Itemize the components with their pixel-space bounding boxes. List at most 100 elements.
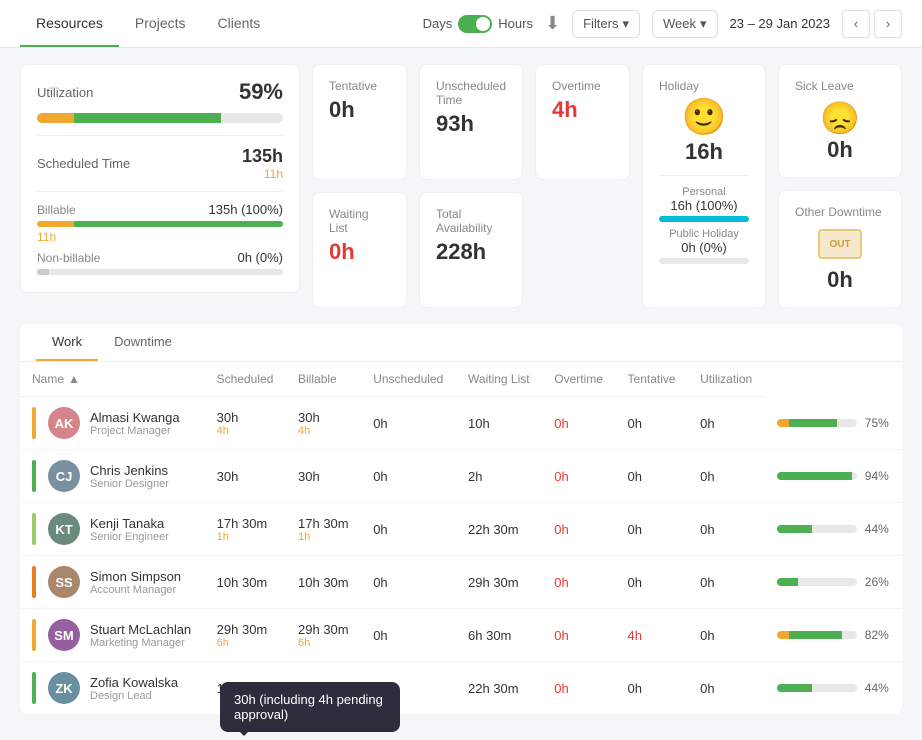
work-tab[interactable]: Work (36, 324, 98, 361)
nav-arrows: ‹ › (842, 10, 902, 38)
util-pct-label: 44% (865, 522, 889, 536)
util-bar-green (777, 472, 852, 480)
scheduled-title: Scheduled Time (37, 156, 130, 171)
scheduled-cell: 10h 30m (205, 556, 286, 609)
person-role: Marketing Manager (90, 637, 191, 649)
days-hours-toggle[interactable] (458, 15, 492, 33)
person-role: Account Manager (90, 584, 181, 596)
download-icon[interactable]: ⬇ (545, 13, 560, 34)
nav-tabs: Resources Projects Clients (20, 1, 276, 47)
chevron-down-icon: ▾ (622, 16, 629, 32)
personal-bar-fill (659, 216, 749, 222)
color-bar (32, 460, 36, 492)
billable-cell: 10h 30m (286, 556, 361, 609)
chevron-down-icon-2: ▾ (700, 16, 707, 32)
summary-section: Utilization 59% Scheduled Time 135h 11h (20, 64, 902, 308)
overtime-cell: 0h (616, 503, 689, 556)
util-bar-green (789, 631, 843, 639)
person-cell-2: KT Kenji Tanaka Senior Engineer (20, 503, 205, 556)
other-downtime-title: Other Downtime (795, 205, 885, 219)
billable-label: Billable (37, 203, 76, 217)
col-tentative: Tentative (616, 362, 689, 397)
color-bar (32, 513, 36, 545)
tentative-cell: 0h (688, 556, 765, 609)
toggle-knob (476, 17, 490, 31)
public-holiday-label: Public Holiday (659, 228, 749, 240)
util-cell: 44% (765, 662, 902, 715)
table-row: CJ Chris Jenkins Senior Designer 30h 30h… (20, 450, 902, 503)
nonbillable-cell: 0h (361, 450, 456, 503)
view-toggle-group: Days Hours (423, 15, 533, 33)
total-availability-card: Total Availability 228h (419, 192, 523, 308)
work-tabs: Work Downtime (20, 324, 902, 362)
utilization-bar (37, 113, 283, 123)
tentative-cell: 0h (688, 503, 765, 556)
util-pct-label: 75% (865, 416, 889, 430)
util-bar-green (777, 684, 812, 692)
util-bar (777, 684, 857, 692)
color-bar (32, 672, 36, 704)
overtime-cell: 0h (616, 556, 689, 609)
scheduled-cell: 29h 30m 6h (205, 609, 286, 662)
unscheduled-cell: 29h 30m (456, 556, 542, 609)
utilization-bar-green (74, 113, 222, 123)
unscheduled-cell: 22h 30m (456, 662, 542, 715)
waiting-list-cell: 0h (542, 609, 615, 662)
holiday-title: Holiday (659, 79, 749, 93)
downtime-tab[interactable]: Downtime (98, 324, 188, 361)
sad-face-icon: 😞 (795, 99, 885, 137)
date-range: 23 – 29 Jan 2023 (730, 16, 830, 31)
person-role: Design Lead (90, 690, 178, 702)
holiday-hours: 16h (659, 139, 749, 165)
util-bar-green (777, 525, 812, 533)
billable-cell: 17h 30m 1h (286, 503, 361, 556)
col-name[interactable]: Name ▲ (20, 362, 205, 397)
waiting-list-cell: 0h (542, 662, 615, 715)
other-downtime-hours: 0h (795, 267, 885, 293)
util-bar-green (777, 578, 798, 586)
table-row: SS Simon Simpson Account Manager 10h 30m… (20, 556, 902, 609)
util-cell: 82% (765, 609, 902, 662)
person-cell-4: SM Stuart McLachlan Marketing Manager (20, 609, 205, 662)
nav-tab-projects[interactable]: Projects (119, 1, 202, 47)
public-bar (659, 258, 749, 264)
week-label: Week (663, 16, 696, 31)
holiday-card: Holiday 🙂 16h Personal 16h (100%) Public… (642, 64, 766, 308)
person-cell-1: CJ Chris Jenkins Senior Designer (20, 450, 205, 503)
nav-tab-resources[interactable]: Resources (20, 1, 119, 47)
nav-tab-clients[interactable]: Clients (202, 1, 277, 47)
color-bar (32, 407, 36, 439)
tooltip: 30h (including 4h pending approval) (220, 682, 400, 732)
nonbillable-cell: 0h (361, 556, 456, 609)
utilization-title: Utilization (37, 85, 93, 100)
data-table: Name ▲ Scheduled Billable Unscheduled Wa… (20, 362, 902, 714)
overtime-cell: 0h (616, 662, 689, 715)
prev-week-button[interactable]: ‹ (842, 10, 870, 38)
avatar: SM (48, 619, 80, 651)
week-button[interactable]: Week ▾ (652, 10, 718, 38)
person-role: Senior Engineer (90, 531, 169, 543)
filters-label: Filters (583, 16, 618, 31)
total-avail-label: Total Availability (436, 207, 506, 235)
left-panel: Utilization 59% Scheduled Time 135h 11h (20, 64, 300, 308)
waiting-list-cell: 0h (542, 397, 615, 450)
billable-pending: 11h (37, 230, 283, 244)
col-waiting-list: Waiting List (456, 362, 542, 397)
scheduled-pending: 6h (217, 637, 274, 649)
overtime-cell: 0h (616, 397, 689, 450)
col-unscheduled: Unscheduled (361, 362, 456, 397)
waiting-list-cell: 0h (542, 503, 615, 556)
unscheduled-cell: 10h (456, 397, 542, 450)
util-bar (777, 472, 857, 480)
avatar: KT (48, 513, 80, 545)
next-week-button[interactable]: › (874, 10, 902, 38)
filters-button[interactable]: Filters ▾ (572, 10, 640, 38)
util-bar-orange (777, 631, 789, 639)
person-role: Project Manager (90, 425, 180, 437)
person-cell-5: ZK Zofia Kowalska Design Lead (20, 662, 205, 715)
waiting-list-cell: 0h (542, 450, 615, 503)
billable-pending: 6h (298, 637, 349, 649)
overtime-card: Overtime 4h (535, 64, 630, 180)
personal-value: 16h (100%) (659, 198, 749, 213)
avatar: CJ (48, 460, 80, 492)
